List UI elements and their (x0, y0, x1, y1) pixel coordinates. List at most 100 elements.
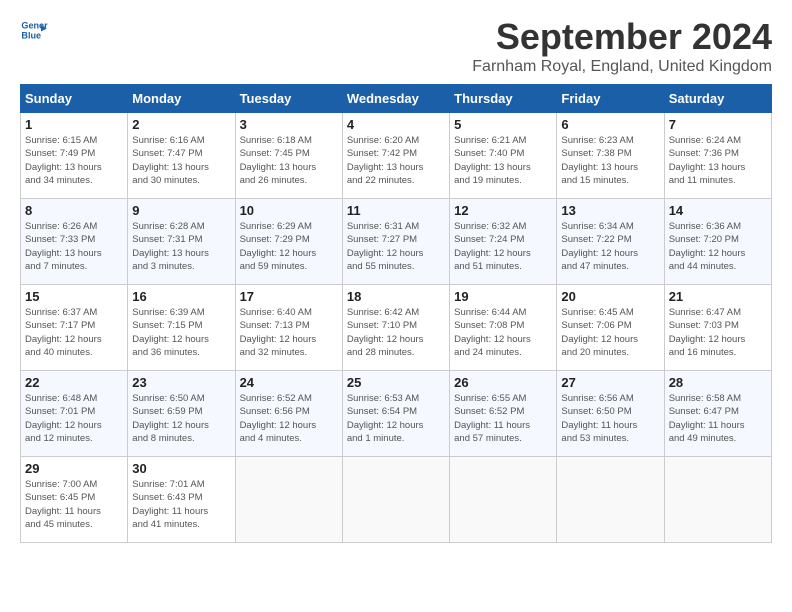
day-number: 14 (669, 203, 767, 218)
page-container: General Blue September 2024 Farnham Roya… (0, 0, 792, 553)
day-info: Sunrise: 7:00 AMSunset: 6:45 PMDaylight:… (25, 478, 123, 531)
day-number: 30 (132, 461, 230, 476)
day-number: 1 (25, 117, 123, 132)
day-number: 12 (454, 203, 552, 218)
day-info: Sunrise: 6:48 AMSunset: 7:01 PMDaylight:… (25, 392, 123, 445)
day-info: Sunrise: 6:34 AMSunset: 7:22 PMDaylight:… (561, 220, 659, 273)
table-cell: 20 Sunrise: 6:45 AMSunset: 7:06 PMDayligh… (557, 285, 664, 371)
table-cell: 27Sunrise: 6:56 AMSunset: 6:50 PMDayligh… (557, 371, 664, 457)
day-info: Sunrise: 6:37 AMSunset: 7:17 PMDaylight:… (25, 306, 123, 359)
calendar-table: Sunday Monday Tuesday Wednesday Thursday… (20, 84, 772, 543)
day-number: 7 (669, 117, 767, 132)
day-info: Sunrise: 6:50 AMSunset: 6:59 PMDaylight:… (132, 392, 230, 445)
day-info: Sunrise: 6:36 AMSunset: 7:20 PMDaylight:… (669, 220, 767, 273)
table-cell: 14 Sunrise: 6:36 AMSunset: 7:20 PMDayligh… (664, 199, 771, 285)
table-cell (342, 457, 449, 543)
day-number: 5 (454, 117, 552, 132)
table-row: 15Sunrise: 6:37 AMSunset: 7:17 PMDayligh… (21, 285, 772, 371)
day-number: 2 (132, 117, 230, 132)
table-cell: 5 Sunrise: 6:21 AMSunset: 7:40 PMDaylight… (450, 113, 557, 199)
month-title: September 2024 (472, 16, 772, 58)
table-row: 22 Sunrise: 6:48 AMSunset: 7:01 PMDayligh… (21, 371, 772, 457)
day-info: Sunrise: 6:18 AMSunset: 7:45 PMDaylight:… (240, 134, 338, 187)
day-info: Sunrise: 6:53 AMSunset: 6:54 PMDaylight:… (347, 392, 445, 445)
table-cell (450, 457, 557, 543)
day-number: 13 (561, 203, 659, 218)
table-cell: 11 Sunrise: 6:31 AMSunset: 7:27 PMDayligh… (342, 199, 449, 285)
day-info: Sunrise: 6:31 AMSunset: 7:27 PMDaylight:… (347, 220, 445, 273)
day-info: Sunrise: 7:01 AMSunset: 6:43 PMDaylight:… (132, 478, 230, 531)
logo-icon: General Blue (20, 16, 48, 44)
table-cell: 7 Sunrise: 6:24 AMSunset: 7:36 PMDaylight… (664, 113, 771, 199)
day-number: 21 (669, 289, 767, 304)
table-cell: 26Sunrise: 6:55 AMSunset: 6:52 PMDayligh… (450, 371, 557, 457)
day-info: Sunrise: 6:29 AMSunset: 7:29 PMDaylight:… (240, 220, 338, 273)
day-info: Sunrise: 6:55 AMSunset: 6:52 PMDaylight:… (454, 392, 552, 445)
table-cell: 16Sunrise: 6:39 AMSunset: 7:15 PMDayligh… (128, 285, 235, 371)
logo: General Blue (20, 16, 48, 44)
svg-text:Blue: Blue (21, 30, 41, 40)
day-info: Sunrise: 6:24 AMSunset: 7:36 PMDaylight:… (669, 134, 767, 187)
day-number: 23 (132, 375, 230, 390)
header: General Blue September 2024 Farnham Roya… (20, 16, 772, 76)
day-info: Sunrise: 6:42 AMSunset: 7:10 PMDaylight:… (347, 306, 445, 359)
day-info: Sunrise: 6:20 AMSunset: 7:42 PMDaylight:… (347, 134, 445, 187)
table-cell: 13 Sunrise: 6:34 AMSunset: 7:22 PMDayligh… (557, 199, 664, 285)
col-thursday: Thursday (450, 85, 557, 113)
day-info: Sunrise: 6:40 AMSunset: 7:13 PMDaylight:… (240, 306, 338, 359)
table-cell: 25 Sunrise: 6:53 AMSunset: 6:54 PMDayligh… (342, 371, 449, 457)
day-info: Sunrise: 6:28 AMSunset: 7:31 PMDaylight:… (132, 220, 230, 273)
day-number: 17 (240, 289, 338, 304)
table-cell: 29Sunrise: 7:00 AMSunset: 6:45 PMDayligh… (21, 457, 128, 543)
table-cell: 1 Sunrise: 6:15 AMSunset: 7:49 PMDaylight… (21, 113, 128, 199)
table-cell: 12 Sunrise: 6:32 AMSunset: 7:24 PMDayligh… (450, 199, 557, 285)
table-cell: 15Sunrise: 6:37 AMSunset: 7:17 PMDayligh… (21, 285, 128, 371)
day-number: 8 (25, 203, 123, 218)
day-number: 4 (347, 117, 445, 132)
day-number: 28 (669, 375, 767, 390)
col-monday: Monday (128, 85, 235, 113)
day-info: Sunrise: 6:21 AMSunset: 7:40 PMDaylight:… (454, 134, 552, 187)
header-row: Sunday Monday Tuesday Wednesday Thursday… (21, 85, 772, 113)
table-cell: 4 Sunrise: 6:20 AMSunset: 7:42 PMDaylight… (342, 113, 449, 199)
day-info: Sunrise: 6:16 AMSunset: 7:47 PMDaylight:… (132, 134, 230, 187)
day-info: Sunrise: 6:58 AMSunset: 6:47 PMDaylight:… (669, 392, 767, 445)
col-tuesday: Tuesday (235, 85, 342, 113)
day-number: 11 (347, 203, 445, 218)
table-row: 8Sunrise: 6:26 AMSunset: 7:33 PMDaylight… (21, 199, 772, 285)
table-cell: 17 Sunrise: 6:40 AMSunset: 7:13 PMDayligh… (235, 285, 342, 371)
day-info: Sunrise: 6:23 AMSunset: 7:38 PMDaylight:… (561, 134, 659, 187)
table-cell: 9 Sunrise: 6:28 AMSunset: 7:31 PMDaylight… (128, 199, 235, 285)
title-section: September 2024 Farnham Royal, England, U… (472, 16, 772, 76)
day-number: 10 (240, 203, 338, 218)
table-cell: 28 Sunrise: 6:58 AMSunset: 6:47 PMDayligh… (664, 371, 771, 457)
day-info: Sunrise: 6:32 AMSunset: 7:24 PMDaylight:… (454, 220, 552, 273)
col-wednesday: Wednesday (342, 85, 449, 113)
col-friday: Friday (557, 85, 664, 113)
table-cell: 6 Sunrise: 6:23 AMSunset: 7:38 PMDaylight… (557, 113, 664, 199)
day-info: Sunrise: 6:45 AMSunset: 7:06 PMDaylight:… (561, 306, 659, 359)
table-cell: 23 Sunrise: 6:50 AMSunset: 6:59 PMDayligh… (128, 371, 235, 457)
day-number: 25 (347, 375, 445, 390)
day-info: Sunrise: 6:44 AMSunset: 7:08 PMDaylight:… (454, 306, 552, 359)
day-number: 6 (561, 117, 659, 132)
table-cell (235, 457, 342, 543)
table-cell: 2 Sunrise: 6:16 AMSunset: 7:47 PMDaylight… (128, 113, 235, 199)
table-cell: 30 Sunrise: 7:01 AMSunset: 6:43 PMDayligh… (128, 457, 235, 543)
day-number: 22 (25, 375, 123, 390)
table-cell (557, 457, 664, 543)
calendar-body: 1 Sunrise: 6:15 AMSunset: 7:49 PMDaylight… (21, 113, 772, 543)
table-row: 29Sunrise: 7:00 AMSunset: 6:45 PMDayligh… (21, 457, 772, 543)
day-number: 20 (561, 289, 659, 304)
table-cell: 8Sunrise: 6:26 AMSunset: 7:33 PMDaylight… (21, 199, 128, 285)
table-cell: 3Sunrise: 6:18 AMSunset: 7:45 PMDaylight… (235, 113, 342, 199)
table-row: 1 Sunrise: 6:15 AMSunset: 7:49 PMDaylight… (21, 113, 772, 199)
subtitle: Farnham Royal, England, United Kingdom (472, 58, 772, 76)
day-info: Sunrise: 6:56 AMSunset: 6:50 PMDaylight:… (561, 392, 659, 445)
day-number: 19 (454, 289, 552, 304)
table-cell (664, 457, 771, 543)
day-info: Sunrise: 6:15 AMSunset: 7:49 PMDaylight:… (25, 134, 123, 187)
day-info: Sunrise: 6:39 AMSunset: 7:15 PMDaylight:… (132, 306, 230, 359)
day-number: 9 (132, 203, 230, 218)
table-cell: 21Sunrise: 6:47 AMSunset: 7:03 PMDayligh… (664, 285, 771, 371)
